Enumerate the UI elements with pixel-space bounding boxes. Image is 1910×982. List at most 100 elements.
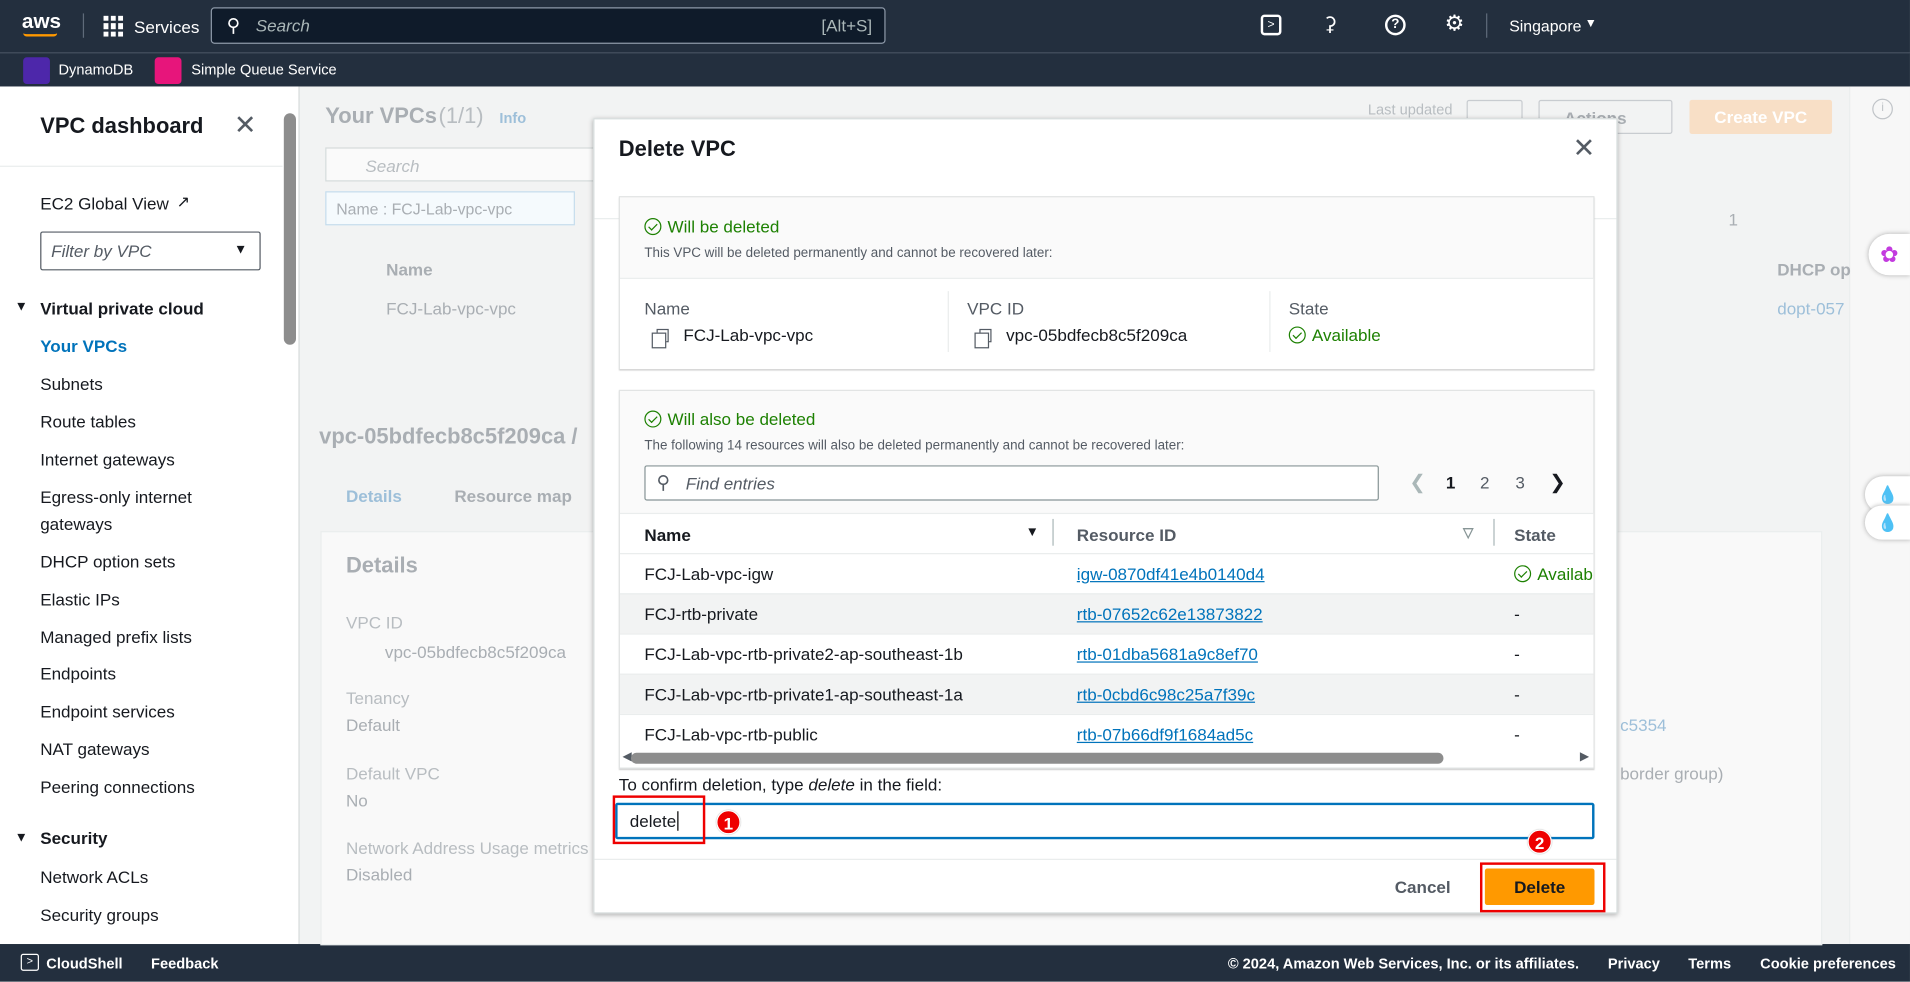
tenancy-value: Default xyxy=(345,715,400,735)
sidebar-item-peering[interactable]: Peering connections xyxy=(40,777,195,796)
column-state[interactable]: State xyxy=(1514,525,1556,544)
caret-down-icon[interactable]: ▼ xyxy=(15,831,28,846)
column-name[interactable]: Name xyxy=(644,525,690,544)
resource-id-link[interactable]: rtb-07b66df9f1684ad5c xyxy=(1077,725,1253,744)
sidebar-item-internet-gateways[interactable]: Internet gateways xyxy=(40,449,175,468)
will-also-be-deleted-box: Will also be deleted The following 14 re… xyxy=(618,389,1595,769)
copy-icon[interactable] xyxy=(974,328,992,349)
section-virtual-private-cloud[interactable]: Virtual private cloud xyxy=(40,298,204,317)
settings-gear-icon[interactable]: ⚙ xyxy=(1445,11,1465,37)
vpc-row-name[interactable]: FCJ-Lab-vpc-vpc xyxy=(386,298,516,317)
feedback-link[interactable]: Feedback xyxy=(151,955,218,972)
scroll-right-icon[interactable]: ▶ xyxy=(1580,750,1589,763)
resource-id-link[interactable]: rtb-0cbd6c98c25a7f39c xyxy=(1077,685,1255,704)
page-1[interactable]: 1 xyxy=(1446,473,1455,492)
previous-page-icon[interactable]: ❮ xyxy=(1409,470,1425,494)
page-3[interactable]: 3 xyxy=(1515,473,1524,492)
cloudshell-link[interactable]: CloudShell xyxy=(46,955,122,972)
page-number[interactable]: 1 xyxy=(1728,210,1737,229)
sidebar-item-elastic-ips[interactable]: Elastic IPs xyxy=(40,590,120,609)
page-2[interactable]: 2 xyxy=(1480,473,1489,492)
extension-droplet-icon[interactable]: 💧 xyxy=(1864,505,1910,540)
ai-assistant-icon[interactable]: ✿ xyxy=(1868,233,1910,276)
resource-name: FCJ-Lab-vpc-rtb-private1-ap-southeast-1a xyxy=(644,684,963,705)
resource-id-link[interactable]: igw-0870df41e4b0140d4 xyxy=(1077,564,1265,583)
favorite-dynamodb[interactable]: DynamoDB xyxy=(58,61,133,78)
table-row: FCJ-Lab-vpc-rtb-private2-ap-southeast-1b… xyxy=(620,633,1594,674)
dynamodb-icon xyxy=(23,57,50,85)
sidebar-item-endpoint-services[interactable]: Endpoint services xyxy=(40,702,175,721)
divider xyxy=(594,858,1617,860)
region-selector[interactable]: Singapore xyxy=(1509,17,1581,35)
info-link[interactable]: Info xyxy=(499,110,526,127)
aws-logo[interactable]: aws xyxy=(22,10,61,34)
terms-link[interactable]: Terms xyxy=(1688,955,1731,972)
cloudshell-icon[interactable]: > xyxy=(1260,14,1282,36)
scrollbar-thumb[interactable] xyxy=(630,752,1444,764)
sidebar-item-prefix-lists[interactable]: Managed prefix lists xyxy=(40,627,192,646)
box2-subtitle: The following 14 resources will also be … xyxy=(644,438,1185,454)
sidebar-item-security-groups[interactable]: Security groups xyxy=(40,905,158,924)
resource-id-link[interactable]: rtb-07652c62e13873822 xyxy=(1077,604,1263,623)
confirm-delete-input[interactable]: delete xyxy=(615,802,1595,840)
sort-icon[interactable]: ▽ xyxy=(1463,525,1473,541)
sidebar-item-subnets[interactable]: Subnets xyxy=(40,374,103,393)
notifications-bell-icon[interactable]: ⚳ xyxy=(1323,12,1337,36)
sidebar-item-route-tables[interactable]: Route tables xyxy=(40,412,136,431)
sidebar-item-network-acls[interactable]: Network ACLs xyxy=(40,867,148,886)
divider xyxy=(82,13,85,38)
help-icon[interactable]: ? xyxy=(1384,14,1406,36)
horizontal-scrollbar[interactable]: ◀ ▶ xyxy=(620,747,1594,768)
table-row: FCJ-Lab-vpc-rtb-private1-ap-southeast-1a… xyxy=(620,673,1594,714)
resource-id-link[interactable]: rtb-01dba5681a9c8ef70 xyxy=(1077,644,1258,663)
sidebar-item-dhcp[interactable]: DHCP option sets xyxy=(40,552,175,571)
partial-text: border group) xyxy=(1620,763,1724,784)
selection-count: (1/1) xyxy=(438,103,484,128)
sidebar: VPC dashboard ✕ EC2 Global View ↗ Filter… xyxy=(0,86,300,945)
vpc-row-dhcp[interactable]: dopt-057 xyxy=(1777,298,1844,317)
state-label: State xyxy=(1288,298,1329,318)
sidebar-item-egress-only[interactable]: Egress-only internet xyxy=(40,487,192,506)
sidebar-item-egress-only-cont[interactable]: gateways xyxy=(40,514,112,533)
cookie-preferences-link[interactable]: Cookie preferences xyxy=(1760,955,1896,972)
nau-value: Disabled xyxy=(345,864,413,885)
sort-icon[interactable]: ▼ xyxy=(1026,525,1039,540)
caret-down-icon[interactable]: ▼ xyxy=(15,300,28,315)
top-navigation: aws Services ⚲ Search [Alt+S] > ⚳ ? ⚙ Si… xyxy=(0,0,1910,53)
vpc-id-label: VPC ID xyxy=(967,298,1025,318)
column-resource-id[interactable]: Resource ID xyxy=(1077,525,1177,544)
close-sidebar-icon[interactable]: ✕ xyxy=(234,110,256,142)
services-grid-icon[interactable] xyxy=(103,15,125,37)
sidebar-item-ec2-global-view[interactable]: EC2 Global View xyxy=(40,194,169,213)
copy-icon[interactable] xyxy=(651,328,669,349)
section-security[interactable]: Security xyxy=(40,828,107,847)
vpc-search[interactable]: Search xyxy=(325,147,618,182)
filter-chip[interactable]: Name : FCJ-Lab-vpc-vpc xyxy=(325,191,575,226)
sidebar-item-your-vpcs[interactable]: Your VPCs xyxy=(40,336,127,355)
tab-resource-map[interactable]: Resource map xyxy=(454,486,572,505)
cloudshell-icon[interactable]: > xyxy=(20,953,39,971)
close-modal-icon[interactable]: ✕ xyxy=(1573,133,1595,165)
favorite-sqs[interactable]: Simple Queue Service xyxy=(191,61,336,78)
cancel-button[interactable]: Cancel xyxy=(1395,877,1451,896)
caret-down-icon[interactable]: ▼ xyxy=(1585,17,1597,30)
sidebar-scrollbar[interactable] xyxy=(283,113,296,345)
confirm-instruction: To confirm deletion, type delete in the … xyxy=(619,775,942,794)
create-vpc-button[interactable]: Create VPC xyxy=(1689,99,1833,134)
sidebar-item-nat-gateways[interactable]: NAT gateways xyxy=(40,739,149,758)
default-vpc-value: No xyxy=(345,790,368,811)
filter-chip-label: Name : FCJ-Lab-vpc-vpc xyxy=(336,199,513,219)
services-menu[interactable]: Services xyxy=(134,17,199,36)
next-page-icon[interactable]: ❯ xyxy=(1549,470,1565,494)
filter-by-vpc-select[interactable]: Filter by VPC ▼ xyxy=(40,231,261,271)
search-icon: ⚲ xyxy=(226,15,240,37)
search-input[interactable]: ⚲ Search [Alt+S] xyxy=(210,7,886,44)
find-entries-input[interactable]: ⚲ Find entries xyxy=(644,465,1379,501)
annotation-highlight-delete xyxy=(1479,862,1606,913)
confirm-text: in the field: xyxy=(854,774,943,795)
privacy-link[interactable]: Privacy xyxy=(1608,955,1660,972)
page-title: Your VPCs xyxy=(325,103,437,128)
sidebar-item-endpoints[interactable]: Endpoints xyxy=(40,664,116,683)
info-panel-icon[interactable]: i xyxy=(1872,98,1893,120)
tab-details[interactable]: Details xyxy=(346,486,402,505)
